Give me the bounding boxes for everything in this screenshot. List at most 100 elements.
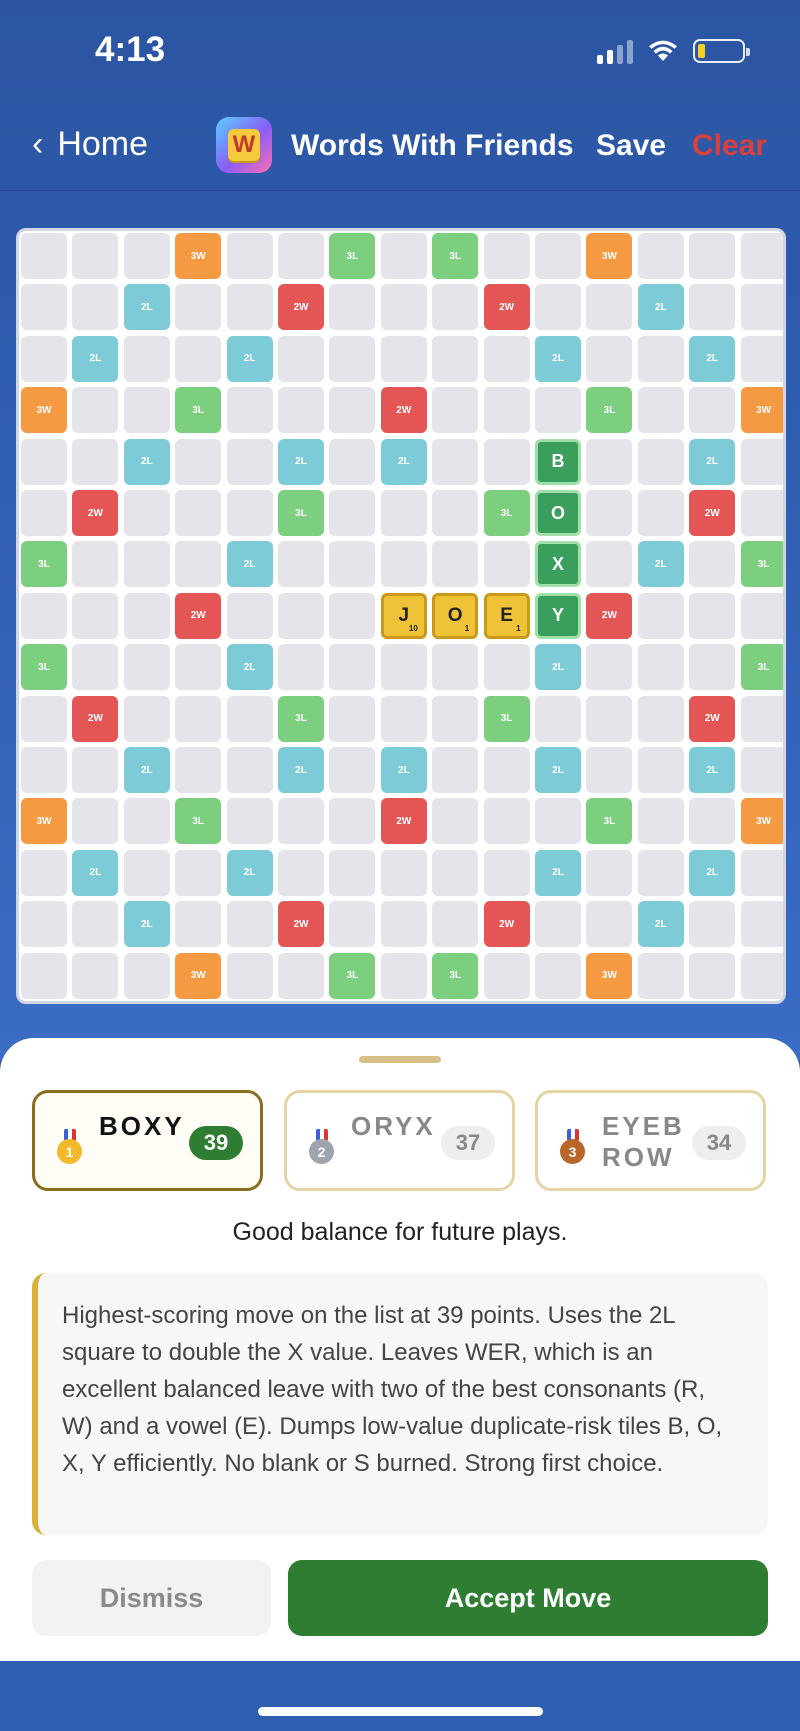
placed-tile[interactable]: E1 (483, 592, 530, 639)
board-cell[interactable] (586, 438, 633, 485)
board-cell[interactable] (72, 747, 119, 793)
board-cell[interactable] (586, 284, 633, 331)
board-cell[interactable] (586, 695, 633, 742)
board-cell-triple-word[interactable]: 3W (586, 233, 633, 279)
board-cell[interactable] (637, 387, 684, 434)
board-cell[interactable] (226, 952, 273, 999)
board-cell-triple-letter[interactable]: 3L (483, 695, 530, 742)
board-cell-double-letter[interactable]: 2L (226, 849, 273, 896)
board-cell[interactable] (175, 901, 222, 948)
board-cell[interactable] (226, 438, 273, 485)
board-cell[interactable] (123, 541, 170, 588)
board-cell[interactable] (175, 438, 222, 485)
board-cell[interactable] (175, 644, 222, 691)
board-cell[interactable] (278, 849, 324, 896)
board-cell[interactable] (432, 695, 479, 742)
board-cell-double-letter[interactable]: 2L (226, 541, 273, 588)
board-cell-double-letter[interactable]: 2L (380, 747, 427, 793)
board-cell[interactable] (123, 592, 170, 639)
board-cell-triple-word[interactable]: 3W (740, 798, 783, 845)
board-cell[interactable] (175, 541, 222, 588)
board-cell[interactable] (380, 952, 427, 999)
board-cell[interactable] (586, 849, 633, 896)
board-cell-double-word[interactable]: 2W (175, 592, 222, 639)
board-cell-double-letter[interactable]: 2L (72, 335, 119, 382)
board-cell[interactable] (740, 901, 783, 948)
board-cell-double-word[interactable]: 2W (278, 901, 324, 948)
board-cell[interactable] (72, 798, 119, 845)
board-cell-double-letter[interactable]: 2L (689, 747, 736, 793)
board-cell[interactable] (740, 335, 783, 382)
board-cell-triple-letter[interactable]: 3L (278, 490, 324, 536)
board-cell[interactable] (483, 849, 530, 896)
board-cell[interactable] (483, 747, 530, 793)
board-cell-triple-letter[interactable]: 3L (483, 490, 530, 536)
board-cell[interactable] (21, 849, 67, 896)
board-cell[interactable] (329, 849, 376, 896)
board-cell[interactable] (637, 438, 684, 485)
board-cell[interactable] (21, 438, 67, 485)
board-cell-double-letter[interactable]: 2L (72, 849, 119, 896)
board-cell[interactable] (329, 747, 376, 793)
board-cell[interactable] (483, 233, 530, 279)
board-cell[interactable] (432, 798, 479, 845)
board-cell[interactable] (535, 952, 581, 999)
board-cell[interactable] (123, 644, 170, 691)
board-cell-double-letter[interactable]: 2L (637, 901, 684, 948)
board-cell[interactable] (483, 952, 530, 999)
board-cell[interactable] (329, 541, 376, 588)
board-cell[interactable] (740, 284, 783, 331)
board-cell[interactable] (483, 798, 530, 845)
board-cell[interactable] (483, 644, 530, 691)
board-cell-double-letter[interactable]: 2L (123, 438, 170, 485)
board-cell[interactable] (432, 387, 479, 434)
board-cell[interactable] (380, 901, 427, 948)
board-cell[interactable] (637, 952, 684, 999)
board-cell[interactable] (637, 849, 684, 896)
board-cell[interactable] (72, 592, 119, 639)
board-cell[interactable] (226, 798, 273, 845)
board-cell[interactable] (278, 233, 324, 279)
board-cell-double-word[interactable]: 2W (72, 695, 119, 742)
board-cell[interactable] (329, 387, 376, 434)
board-cell[interactable] (380, 849, 427, 896)
board-cell[interactable] (637, 747, 684, 793)
clear-button[interactable]: Clear (692, 129, 767, 163)
board-cell-triple-letter[interactable]: 3L (21, 541, 67, 588)
board-cell[interactable] (586, 747, 633, 793)
board-cell-double-word[interactable]: 2W (380, 387, 427, 434)
board-cell-triple-word[interactable]: 3W (740, 387, 783, 434)
board-cell-double-letter[interactable]: 2L (689, 849, 736, 896)
board-cell[interactable] (123, 849, 170, 896)
board-cell-double-letter[interactable]: 2L (535, 849, 581, 896)
back-button[interactable]: ‹ Home (32, 125, 148, 164)
board-cell-triple-letter[interactable]: 3L (329, 952, 376, 999)
board-cell[interactable] (123, 490, 170, 536)
board-cell[interactable] (72, 541, 119, 588)
board-cell[interactable] (535, 387, 581, 434)
board-cell-triple-letter[interactable]: 3L (432, 233, 479, 279)
board-cell[interactable] (21, 233, 67, 279)
suggested-tile[interactable]: B (535, 438, 581, 485)
board-cell-triple-letter[interactable]: 3L (175, 387, 222, 434)
board-cell[interactable] (586, 541, 633, 588)
board-cell[interactable] (535, 901, 581, 948)
board-cell[interactable] (432, 335, 479, 382)
board-cell[interactable] (689, 592, 736, 639)
board-cell[interactable] (329, 284, 376, 331)
board-cell[interactable] (380, 284, 427, 331)
board-cell-double-letter[interactable]: 2L (380, 438, 427, 485)
placed-tile[interactable]: J 10 (380, 592, 427, 639)
board-cell[interactable] (586, 335, 633, 382)
board-cell[interactable] (329, 335, 376, 382)
suggested-tile[interactable]: Y (535, 592, 581, 639)
board-cell-triple-letter[interactable]: 3L (586, 798, 633, 845)
board-cell[interactable] (380, 644, 427, 691)
board-cell[interactable] (21, 592, 67, 639)
board-cell[interactable] (72, 644, 119, 691)
board-cell[interactable] (175, 335, 222, 382)
board-cell[interactable] (226, 387, 273, 434)
board-cell-triple-letter[interactable]: 3L (740, 644, 783, 691)
board-cell[interactable] (380, 490, 427, 536)
board-cell[interactable] (278, 387, 324, 434)
